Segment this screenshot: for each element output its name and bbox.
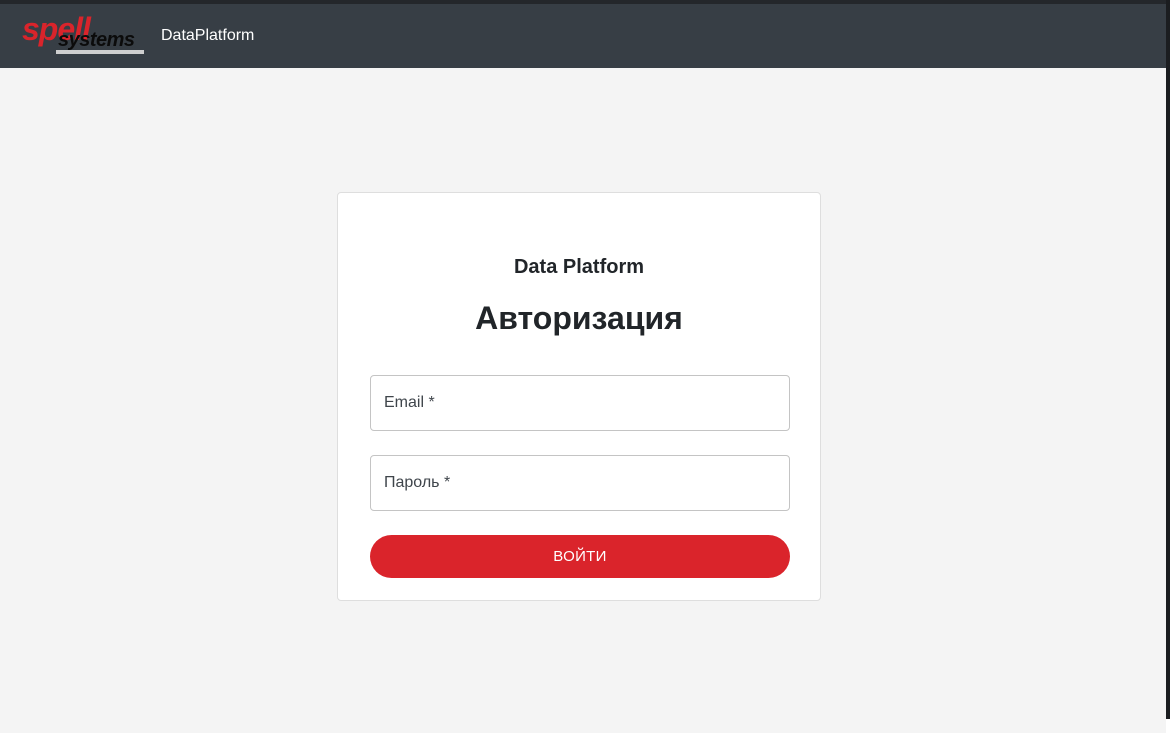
app-title[interactable]: DataPlatform bbox=[161, 26, 254, 46]
page: spell systems DataPlatform Data Platform… bbox=[0, 0, 1166, 733]
spell-systems-logo[interactable]: spell systems bbox=[20, 13, 146, 57]
window-edge bbox=[1166, 0, 1170, 733]
password-input[interactable] bbox=[370, 455, 790, 511]
login-subtitle: Data Platform bbox=[513, 256, 645, 278]
email-input[interactable] bbox=[370, 375, 790, 431]
login-card: Data Platform Авторизация ВОЙТИ bbox=[337, 192, 821, 601]
app-bar: spell systems DataPlatform bbox=[0, 4, 1166, 68]
window-edge-lower bbox=[1166, 719, 1170, 733]
login-title: Авторизация bbox=[475, 300, 683, 336]
logo-underline bbox=[56, 50, 144, 54]
logo-systems-text: systems bbox=[58, 29, 135, 51]
login-button[interactable]: ВОЙТИ bbox=[370, 535, 790, 578]
